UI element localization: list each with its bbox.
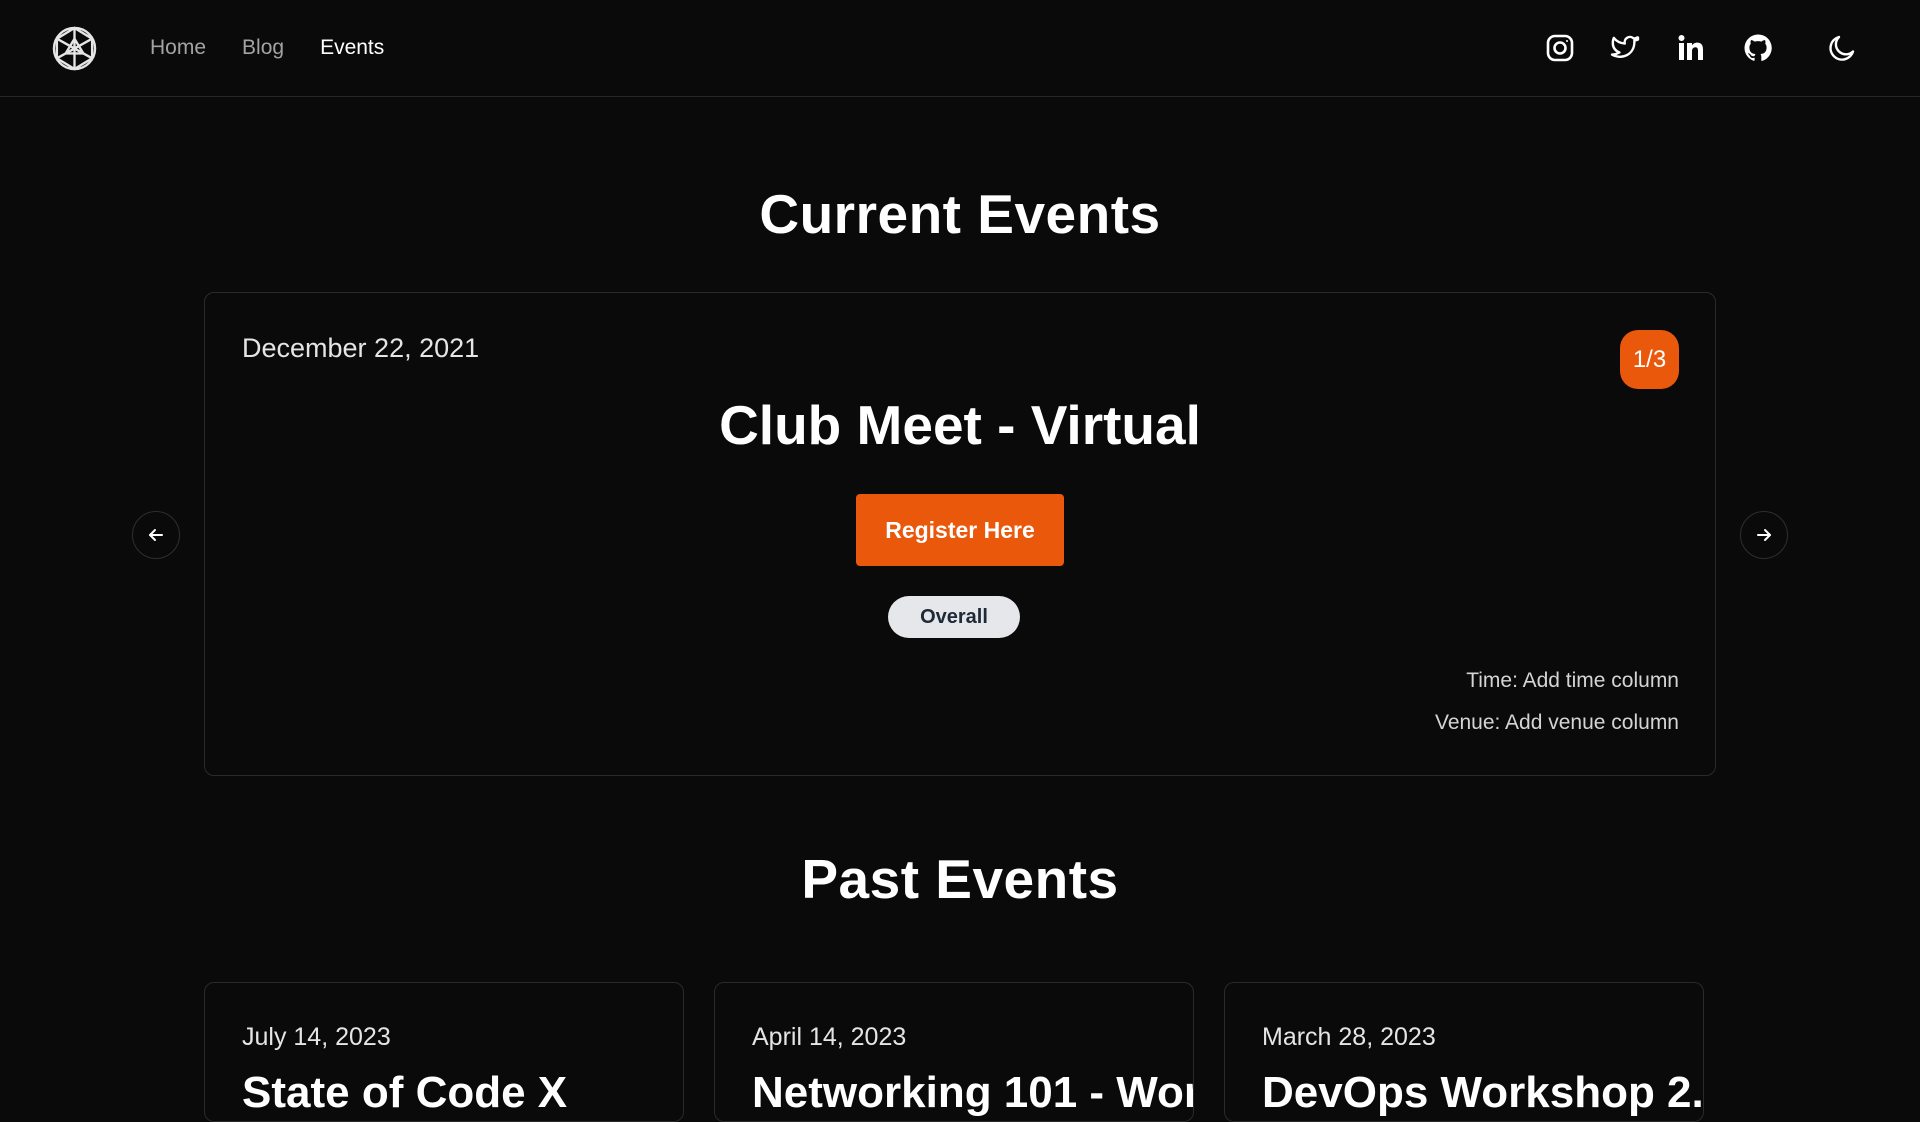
instagram-icon[interactable]: [1542, 30, 1578, 66]
github-icon[interactable]: [1740, 30, 1776, 66]
past-event-card[interactable]: March 28, 2023 DevOps Workshop 2.0: [1224, 982, 1704, 1122]
twitter-icon[interactable]: [1607, 30, 1643, 66]
current-events-heading: Current Events: [759, 183, 1161, 245]
past-event-date: April 14, 2023: [752, 1023, 907, 1051]
linkedin-icon[interactable]: [1673, 30, 1709, 66]
past-event-card[interactable]: April 14, 2023 Networking 101 - World: [714, 982, 1194, 1122]
past-events-heading: Past Events: [801, 848, 1119, 910]
arrow-left-icon: [149, 529, 163, 541]
arrow-right-icon: [1757, 529, 1771, 541]
event-date: December 22, 2021: [242, 333, 480, 363]
past-event-title: DevOps Workshop 2.0: [1262, 1068, 1704, 1117]
event-time: Time: Add time column: [1466, 669, 1679, 692]
nav-links: Home Blog Events: [150, 34, 384, 62]
nav-link-events[interactable]: Events: [320, 34, 384, 62]
club-logo-icon[interactable]: [51, 25, 98, 72]
event-title: Club Meet - Virtual: [719, 394, 1201, 456]
event-venue: Venue: Add venue column: [1434, 711, 1679, 734]
nav-link-blog[interactable]: Blog: [242, 34, 284, 62]
moon-icon[interactable]: [1824, 30, 1860, 66]
past-event-title: State of Code X: [242, 1068, 568, 1117]
nav-link-home[interactable]: Home: [150, 34, 206, 62]
carousel-next-button[interactable]: [1740, 511, 1788, 559]
past-event-date: July 14, 2023: [242, 1023, 391, 1051]
past-event-date: March 28, 2023: [1262, 1023, 1436, 1051]
past-event-title: Networking 101 - World: [752, 1068, 1194, 1117]
register-button[interactable]: Register Here: [856, 494, 1064, 566]
navbar: Home Blog Events: [0, 0, 1920, 97]
event-counter-badge: 1/3: [1620, 330, 1679, 389]
carousel-prev-button[interactable]: [132, 511, 180, 559]
event-tag-badge: Overall: [888, 596, 1020, 638]
past-event-card[interactable]: July 14, 2023 State of Code X: [204, 982, 684, 1122]
current-event-card: December 22, 2021 1/3 Club Meet - Virtua…: [204, 292, 1716, 776]
